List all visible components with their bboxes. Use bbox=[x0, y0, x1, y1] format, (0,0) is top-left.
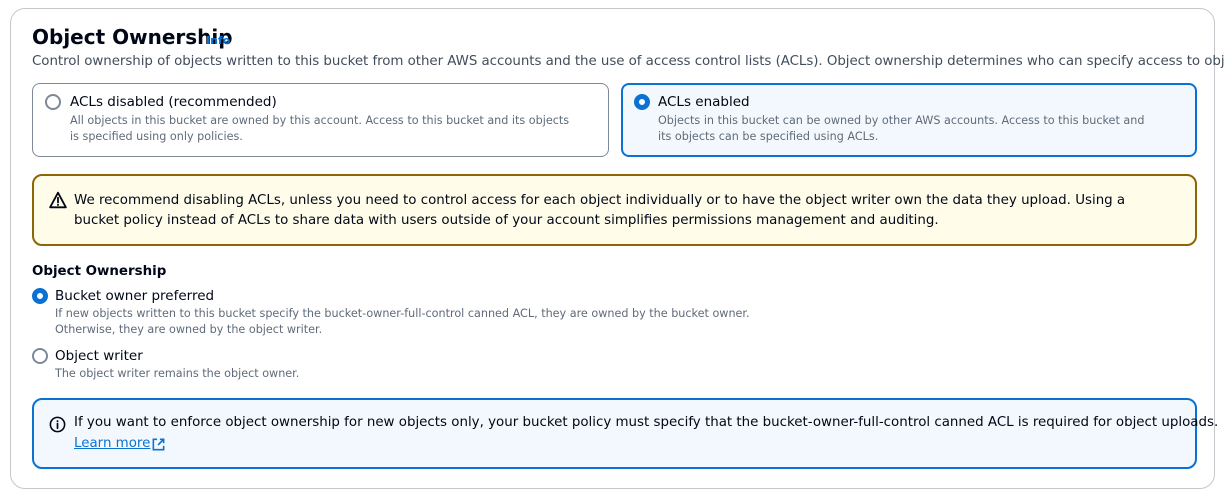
ownership-group-label: Object Ownership bbox=[32, 264, 167, 279]
info-link[interactable]: Info bbox=[206, 34, 230, 47]
acls-enabled-label: ACLs enabled bbox=[658, 94, 750, 110]
acls-disabled-label: ACLs disabled (recommended) bbox=[70, 94, 277, 110]
object-writer-label[interactable]: Object writer bbox=[55, 348, 143, 364]
object-writer-radio[interactable] bbox=[32, 348, 48, 364]
acls-disabled-tile[interactable]: ACLs disabled (recommended) All objects … bbox=[32, 83, 609, 157]
bucket-owner-preferred-description-2: Otherwise, they are owned by the object … bbox=[55, 323, 323, 336]
acls-enabled-tile[interactable]: ACLs enabled Objects in this bucket can … bbox=[621, 83, 1197, 157]
panel-description: Control ownership of objects written to … bbox=[32, 54, 1225, 69]
bucket-owner-preferred-label[interactable]: Bucket owner preferred bbox=[55, 288, 214, 304]
acls-disabled-description: All objects in this bucket are owned by … bbox=[70, 114, 570, 143]
external-link-icon[interactable] bbox=[151, 437, 166, 452]
object-writer-description: The object writer remains the object own… bbox=[55, 367, 300, 380]
bucket-owner-preferred-description-1: If new objects written to this bucket sp… bbox=[55, 307, 750, 320]
warning-alert: We recommend disabling ACLs, unless you … bbox=[32, 174, 1197, 246]
acls-enabled-description: Objects in this bucket can be owned by o… bbox=[658, 114, 1145, 143]
panel-title: Object Ownership bbox=[32, 25, 233, 49]
info-alert: If you want to enforce object ownership … bbox=[32, 398, 1218, 469]
info-icon bbox=[49, 416, 66, 433]
acls-enabled-radio[interactable] bbox=[634, 94, 650, 110]
bucket-owner-preferred-radio[interactable] bbox=[32, 288, 48, 304]
learn-more-link[interactable]: Learn more bbox=[74, 436, 150, 451]
object-ownership-panel: Object Ownership Info Control ownership … bbox=[10, 8, 1225, 489]
warning-text: We recommend disabling ACLs, unless you … bbox=[74, 193, 1126, 228]
info-alert-text: If you want to enforce object ownership … bbox=[74, 415, 1219, 430]
acls-disabled-radio[interactable] bbox=[45, 94, 61, 110]
warning-icon bbox=[49, 191, 67, 209]
